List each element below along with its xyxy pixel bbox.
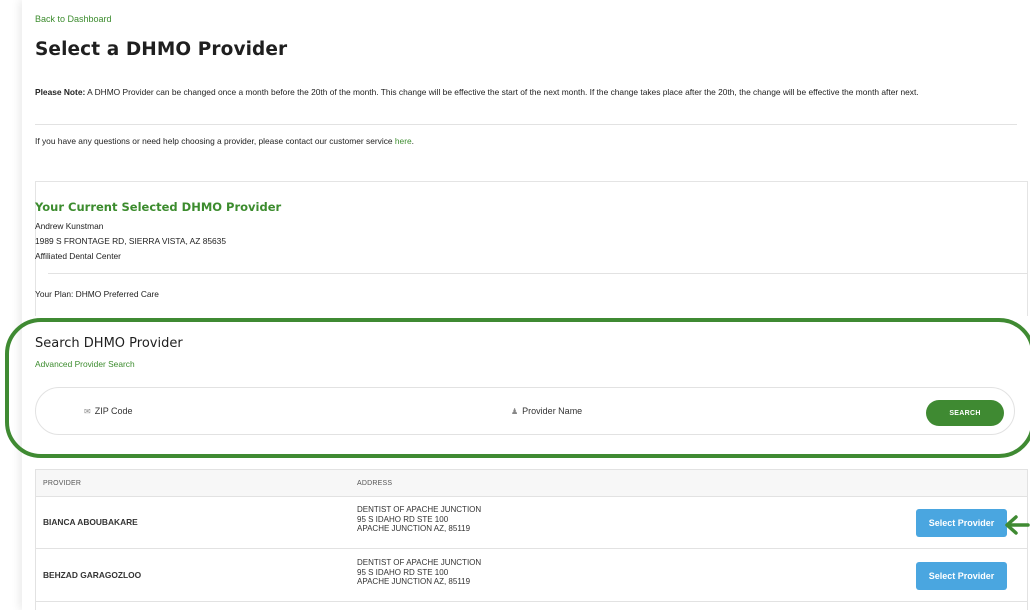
back-to-dashboard-link[interactable]: Back to Dashboard (35, 14, 112, 24)
note-label: Please Note: (35, 87, 86, 97)
provider-page: Back to Dashboard Select a DHMO Provider… (5, 0, 1030, 610)
search-title: Search DHMO Provider (35, 336, 183, 351)
customer-service-link[interactable]: here (395, 136, 412, 146)
mail-icon: ✉ (84, 406, 91, 416)
table-row: BIANCA ABOUBAKARE DENTIST OF APACHE JUNC… (36, 497, 1027, 549)
help-prefix: If you have any questions or need help c… (35, 136, 395, 146)
help-suffix: . (411, 136, 414, 146)
change-note: Please Note: A DHMO Provider can be chan… (35, 84, 1025, 100)
divider (35, 124, 1017, 125)
current-provider-address: 1989 S FRONTAGE RD, SIERRA VISTA, AZ 856… (35, 236, 226, 246)
zip-code-input[interactable]: ✉ ZIP Code (84, 406, 133, 416)
search-bar: ✉ ZIP Code ♟ Provider Name SEARCH (35, 387, 1015, 435)
note-text: A DHMO Provider can be changed once a mo… (85, 87, 919, 97)
user-icon: ♟ (511, 406, 519, 416)
address-line: 95 S IDAHO RD STE 100 (357, 567, 449, 577)
address-line: 95 S IDAHO RD STE 100 (357, 514, 449, 524)
address-line: APACHE JUNCTION AZ, 85119 (357, 577, 471, 586)
search-button[interactable]: SEARCH (926, 400, 1004, 426)
left-arrow-icon (1005, 515, 1030, 535)
address-line: APACHE JUNCTION AZ, 85119 (357, 524, 471, 533)
provider-name-placeholder: Provider Name (522, 406, 583, 416)
address-cell: DENTIST OF APACHE JUNCTION 95 S IDAHO RD… (357, 558, 481, 587)
table-row: BEHZAD GARAGOZLOO DENTIST OF APACHE JUNC… (36, 550, 1027, 602)
select-provider-button[interactable]: Select Provider (916, 509, 1007, 537)
provider-name-cell: BIANCA ABOUBAKARE (43, 517, 138, 527)
address-line: DENTIST OF APACHE JUNCTION (357, 558, 482, 567)
address-column-header: ADDRESS (357, 480, 393, 487)
zip-code-placeholder: ZIP Code (94, 406, 133, 416)
provider-name-cell: BEHZAD GARAGOZLOO (43, 570, 142, 580)
select-provider-button[interactable]: Select Provider (916, 562, 1007, 590)
table-header: PROVIDER ADDRESS (36, 470, 1027, 497)
help-text: If you have any questions or need help c… (35, 136, 414, 146)
provider-table: PROVIDER ADDRESS BIANCA ABOUBAKARE DENTI… (35, 469, 1028, 610)
provider-name-input[interactable]: ♟ Provider Name (511, 406, 582, 416)
divider (48, 273, 1028, 274)
address-cell: DENTIST OF APACHE JUNCTION 95 S IDAHO RD… (357, 505, 481, 534)
provider-column-header: PROVIDER (43, 480, 82, 487)
advanced-search-link[interactable]: Advanced Provider Search (35, 359, 135, 369)
current-provider-title: Your Current Selected DHMO Provider (35, 200, 282, 214)
current-provider-group: Affiliated Dental Center (35, 251, 121, 261)
current-provider-name: Andrew Kunstman (35, 221, 104, 231)
current-plan: Your Plan: DHMO Preferred Care (35, 289, 159, 299)
page-title: Select a DHMO Provider (35, 39, 288, 60)
address-line: DENTIST OF APACHE JUNCTION (357, 505, 482, 514)
